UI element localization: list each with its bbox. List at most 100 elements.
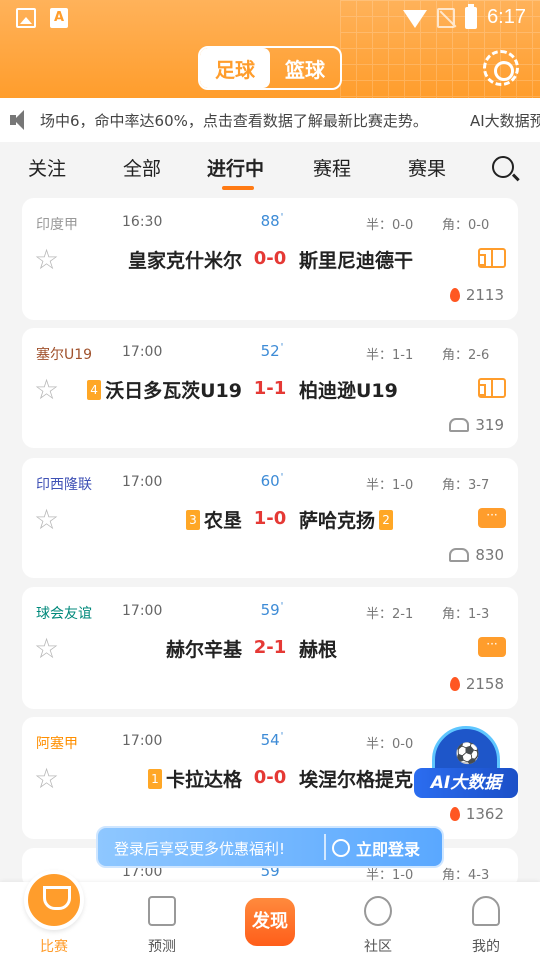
gear-icon[interactable] — [483, 50, 519, 86]
nav-community[interactable]: 社区 — [324, 882, 432, 960]
match-filter-tabs: 关注 全部 进行中 赛程 赛果 — [0, 142, 540, 196]
login-banner[interactable]: 登录后享受更多优惠福利! 立即登录 — [96, 826, 444, 868]
announcement-bar[interactable]: 场中6，命中率达60%，点击查看数据了解最新比赛走势。 AI大数据预 — [0, 98, 540, 142]
ai-data-badge[interactable]: AI大数据 — [414, 726, 518, 798]
home-team-name: 农垦 — [203, 510, 242, 532]
corner-score: 角：1-3 — [442, 607, 490, 622]
active-tab-indicator — [222, 186, 254, 190]
bottom-nav: 比赛 预测 发现 社区 我的 — [0, 870, 540, 960]
user-icon — [472, 896, 500, 926]
away-team: 柏迪逊U19 — [299, 376, 398, 403]
tab-schedule[interactable]: 赛程 — [313, 154, 351, 181]
league-name: 印度甲 — [36, 217, 78, 233]
nav-discover[interactable]: 发现 — [245, 898, 295, 946]
field-icon[interactable] — [478, 248, 506, 268]
live-score: 2-1 — [253, 637, 287, 658]
speaker-icon — [10, 110, 34, 130]
match-card[interactable]: 印度甲 16:30 88 半：0-0 角：0-0 ☆ 皇家克什米尔 0-0 斯里尼迪德干 2113 — [22, 198, 518, 320]
nav-match[interactable]: 比赛 — [0, 870, 108, 960]
home-team: 1 卡拉达格 — [147, 765, 242, 792]
tab-basketball[interactable]: 篮球 — [270, 48, 340, 88]
fire-icon — [449, 288, 460, 302]
no-sim-icon — [437, 7, 456, 28]
match-minute: 52 — [252, 342, 292, 360]
login-banner-text: 登录后享受更多优惠福利! — [114, 840, 286, 858]
match-minute: 54 — [252, 731, 292, 749]
home-rank-badge: 3 — [185, 509, 200, 530]
popularity: 830 — [449, 546, 504, 564]
favorite-star-icon[interactable]: ☆ — [34, 376, 59, 404]
home-team-name: 皇家克什米尔 — [127, 250, 242, 272]
kickoff-time: 17:00 — [122, 344, 163, 360]
kickoff-time: 17:00 — [122, 474, 163, 490]
live-score: 1-0 — [253, 508, 287, 529]
login-button-label: 立即登录 — [356, 840, 421, 859]
tab-results[interactable]: 赛果 — [408, 154, 446, 181]
nav-label: 我的 — [472, 939, 500, 955]
corner-score: 角：3-7 — [442, 478, 490, 493]
half-time-score: 半：1-0 — [366, 478, 414, 493]
favorite-star-icon[interactable]: ☆ — [34, 506, 59, 534]
away-team-name: 埃涅尔格提克 — [299, 769, 414, 791]
popularity: 319 — [449, 416, 504, 434]
nav-predict[interactable]: 预测 — [108, 882, 216, 960]
home-rank-badge: 1 — [147, 768, 162, 789]
away-rank-badge: 2 — [379, 509, 394, 530]
live-score: 0-0 — [253, 767, 287, 788]
planet-icon — [364, 896, 392, 926]
tab-all[interactable]: 全部 — [123, 154, 161, 181]
popularity-count: 830 — [475, 546, 504, 564]
fire-icon — [449, 807, 460, 821]
popularity: 2113 — [449, 286, 504, 304]
login-button[interactable]: 立即登录 — [332, 836, 420, 860]
favorite-star-icon[interactable]: ☆ — [34, 635, 59, 663]
popularity-count: 2113 — [465, 286, 504, 304]
gallery-notification-icon — [16, 8, 36, 28]
corner-score: 角：0-0 — [442, 218, 490, 233]
people-icon — [449, 548, 470, 562]
half-time-score: 半：2-1 — [366, 607, 414, 622]
away-team: 埃涅尔格提克 — [299, 765, 413, 792]
tab-football[interactable]: 足球 — [200, 48, 270, 88]
home-team: 3 农垦 — [185, 506, 242, 533]
nav-label: 比赛 — [40, 939, 68, 955]
popularity-count: 1362 — [465, 805, 504, 823]
kickoff-time: 17:00 — [122, 733, 163, 749]
chat-icon[interactable]: ··· — [478, 637, 506, 657]
chat-icon[interactable]: ··· — [478, 508, 506, 528]
favorite-star-icon[interactable]: ☆ — [34, 765, 59, 793]
home-team: 皇家克什米尔 — [128, 246, 242, 273]
ai-data-label: AI大数据 — [414, 768, 518, 798]
match-minute: 88 — [252, 212, 292, 230]
home-team-name: 卡拉达格 — [165, 769, 242, 791]
match-card[interactable]: 印西隆联 17:00 60 半：1-0 角：3-7 ☆ 3农垦 1-0 萨哈克扬2 ··· 830 — [22, 458, 518, 578]
match-card[interactable]: 塞尔U19 17:00 52 半：1-1 角：2-6 ☆ 4沃日多瓦茨U19 1-1 柏迪逊U1… — [22, 328, 518, 448]
field-icon[interactable] — [478, 378, 506, 398]
tab-following[interactable]: 关注 — [28, 154, 66, 181]
home-team-name: 赫尔辛基 — [165, 639, 242, 661]
half-time-score: 半：1-1 — [366, 348, 414, 363]
popularity-count: 319 — [475, 416, 504, 434]
match-minute: 60 — [252, 472, 292, 490]
announcement-text: 场中6，命中率达60%，点击查看数据了解最新比赛走势。 — [40, 112, 428, 130]
login-icon — [332, 839, 350, 857]
kickoff-time: 17:00 — [122, 603, 163, 619]
nav-mine[interactable]: 我的 — [432, 882, 540, 960]
away-team-name: 斯里尼迪德干 — [299, 250, 414, 272]
top-header: A 6:17 足球 篮球 — [0, 0, 540, 98]
popularity: 2158 — [449, 675, 504, 693]
match-card[interactable]: 球会友谊 17:00 59 半：2-1 角：1-3 ☆ 赫尔辛基 2-1 赫根 ··· 2158 — [22, 587, 518, 709]
away-team: 萨哈克扬 2 — [299, 506, 394, 533]
clock: 6:17 — [487, 6, 526, 28]
app-notification-icon: A — [50, 8, 68, 28]
home-team: 赫尔辛基 — [166, 635, 242, 662]
search-icon[interactable] — [492, 156, 514, 178]
tab-live[interactable]: 进行中 — [207, 154, 264, 181]
league-name: 塞尔U19 — [36, 347, 93, 363]
sport-switch: 足球 篮球 — [198, 46, 342, 90]
nav-label: 预测 — [148, 939, 176, 955]
login-divider — [324, 834, 326, 860]
league-name: 印西隆联 — [36, 477, 92, 493]
away-team: 赫根 — [299, 635, 337, 662]
favorite-star-icon[interactable]: ☆ — [34, 246, 59, 274]
